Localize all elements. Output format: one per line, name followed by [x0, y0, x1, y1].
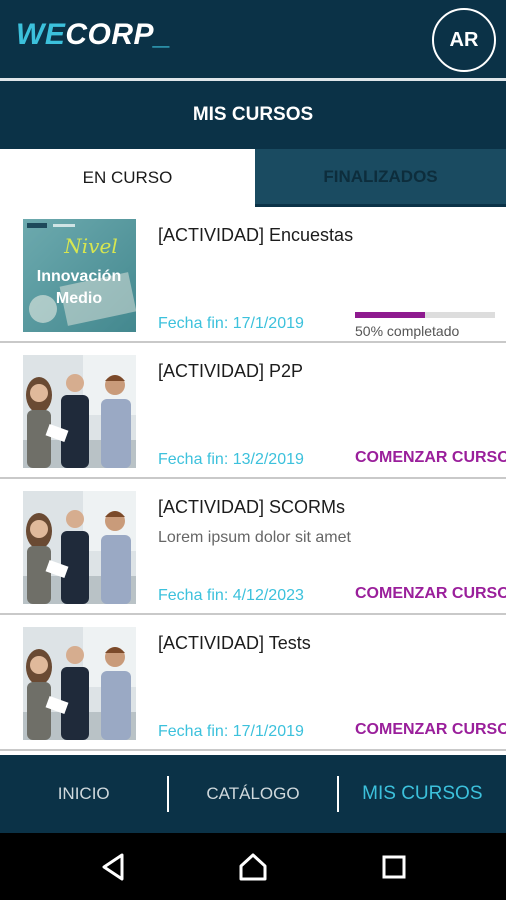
- wecorp-logo[interactable]: WECORP_: [16, 18, 171, 52]
- nav-inicio[interactable]: INICIO: [0, 784, 167, 804]
- course-end-date: Fecha fin: 17/1/2019: [158, 315, 304, 332]
- innovacion-thumbnail-image: Nivel Innovación Medio: [23, 219, 136, 332]
- user-avatar-button[interactable]: AR: [432, 8, 496, 72]
- course-tabs: EN CURSO FINALIZADOS: [0, 149, 506, 207]
- thumb-script-text: Nivel: [63, 234, 117, 258]
- course-thumbnail: [23, 627, 136, 740]
- logo-underscore: _: [154, 18, 172, 51]
- people-meeting-photo: [23, 627, 136, 740]
- course-item[interactable]: Nivel Innovación Medio [ACTIVIDAD] Encue…: [0, 207, 506, 343]
- course-end-date: Fecha fin: 4/12/2023: [158, 587, 304, 604]
- people-meeting-photo: [23, 355, 136, 468]
- page-title-bar: MIS CURSOS: [0, 81, 506, 149]
- nav-mis-cursos[interactable]: MIS CURSOS: [339, 783, 506, 805]
- course-thumbnail: Nivel Innovación Medio: [23, 219, 136, 332]
- page-title: MIS CURSOS: [192, 104, 314, 125]
- course-item[interactable]: [ACTIVIDAD] Tests Fecha fin: 17/1/2019 C…: [0, 615, 506, 751]
- app-header: WECORP_ AR: [0, 0, 506, 78]
- recents-square-icon[interactable]: [378, 851, 410, 883]
- course-item[interactable]: [ACTIVIDAD] SCORMs Lorem ipsum dolor sit…: [0, 479, 506, 615]
- back-triangle-icon[interactable]: [98, 851, 130, 883]
- home-icon[interactable]: [237, 851, 269, 883]
- tab-finalizados-label: FINALIZADOS: [323, 166, 438, 186]
- course-list: Nivel Innovación Medio [ACTIVIDAD] Encue…: [0, 207, 506, 755]
- course-item[interactable]: [ACTIVIDAD] P2P Fecha fin: 13/2/2019 COM…: [0, 343, 506, 479]
- course-description: Lorem ipsum dolor sit amet: [158, 529, 351, 546]
- course-title: [ACTIVIDAD] Tests: [158, 633, 311, 653]
- bottom-navigation: INICIO CATÁLOGO MIS CURSOS: [0, 755, 506, 833]
- course-end-date: Fecha fin: 17/1/2019: [158, 723, 304, 740]
- logo-corp: CORP: [65, 18, 155, 51]
- people-meeting-photo: [23, 491, 136, 604]
- start-course-button[interactable]: COMENZAR CURSO: [355, 585, 506, 603]
- course-title: [ACTIVIDAD] Encuestas: [158, 225, 354, 245]
- course-end-date: Fecha fin: 13/2/2019: [158, 451, 304, 468]
- system-navigation-bar: [0, 833, 506, 900]
- course-progress-label: 50% completado: [355, 323, 460, 339]
- course-progress-bar: [355, 312, 495, 318]
- course-thumbnail: [23, 491, 136, 604]
- start-course-button[interactable]: COMENZAR CURSO: [355, 449, 506, 467]
- course-title: [ACTIVIDAD] SCORMs: [158, 497, 346, 517]
- course-thumbnail: [23, 355, 136, 468]
- nav-catalogo[interactable]: CATÁLOGO: [169, 784, 336, 804]
- course-title: [ACTIVIDAD] P2P: [158, 361, 304, 381]
- avatar-initials: AR: [449, 28, 479, 51]
- tab-en-curso[interactable]: EN CURSO: [0, 149, 255, 207]
- course-progress-fill: [355, 312, 425, 318]
- tab-en-curso-label: EN CURSO: [82, 168, 173, 187]
- start-course-button[interactable]: COMENZAR CURSO: [355, 721, 506, 739]
- thumb-line2-text: Medio: [56, 290, 102, 307]
- logo-we: WE: [16, 18, 66, 51]
- tab-finalizados[interactable]: FINALIZADOS: [255, 149, 506, 207]
- thumb-line1-text: Innovación: [37, 268, 121, 285]
